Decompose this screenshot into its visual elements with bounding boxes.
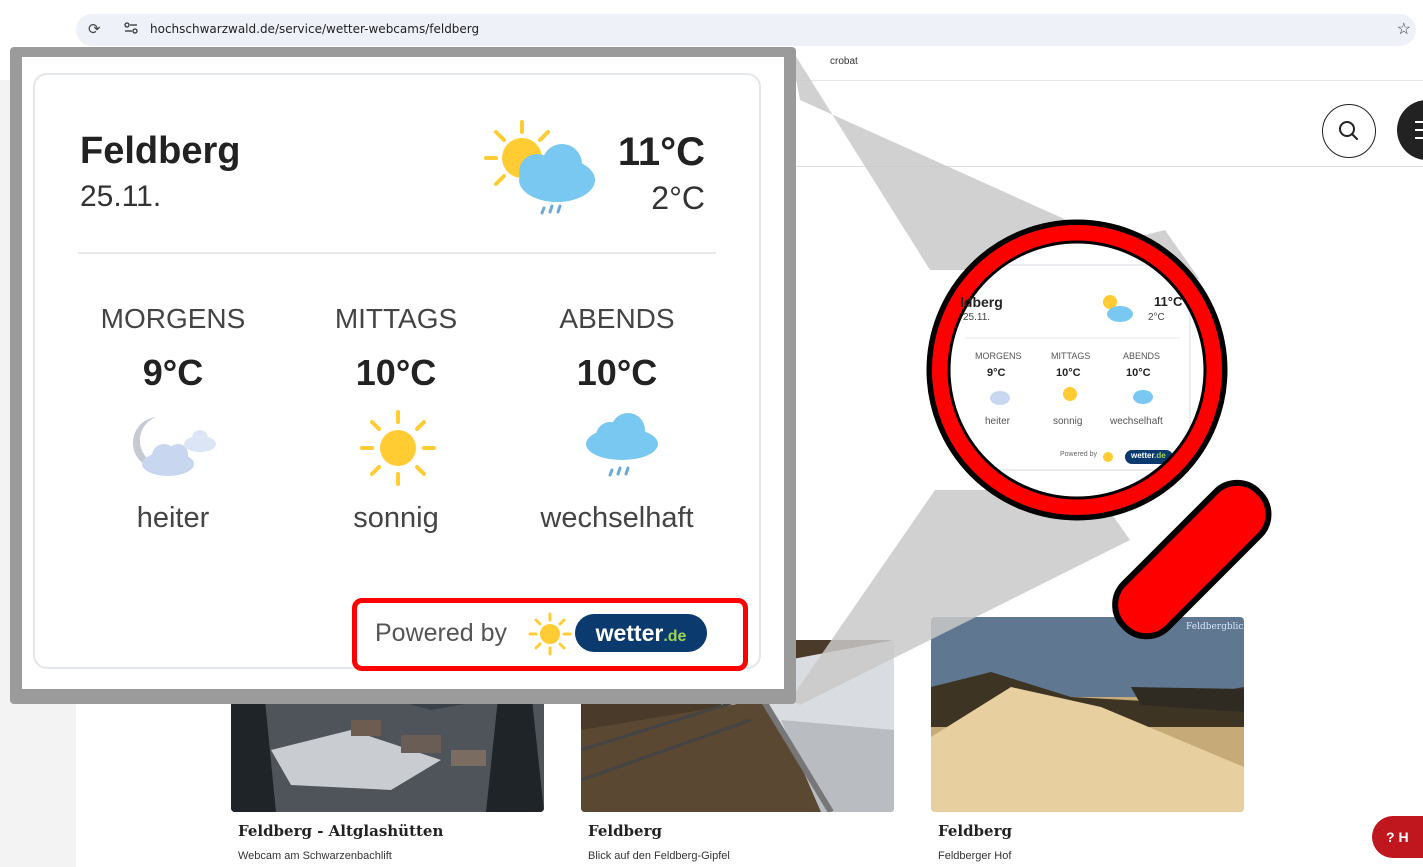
period-label-mittags: MITTAGS: [334, 303, 458, 334]
moon-cloud-icon: [132, 417, 216, 476]
mini-brand-suffix: .de: [1154, 451, 1166, 460]
mini-period-temp-morgens: 9°C: [987, 367, 1006, 379]
mini-powered-by: Powered by: [1060, 451, 1097, 458]
mini-period-temp-abends: 10°C: [1126, 367, 1151, 379]
mini-location: ldberg: [960, 294, 1003, 310]
forecast-date: 25.11.: [80, 180, 162, 213]
powered-by-text: Powered by: [375, 619, 508, 647]
period-temp-mittags: 10°C: [355, 352, 437, 393]
sun-icon: [360, 410, 436, 486]
period-desc-morgens: heiter: [136, 502, 210, 534]
period-temp-morgens: 9°C: [142, 352, 204, 393]
wetter-brand-name: wetter: [595, 620, 664, 646]
mini-min-temp: 2°C: [1148, 312, 1165, 323]
period-label-morgens: MORGENS: [100, 303, 246, 334]
period-desc-mittags: sonnig: [353, 502, 439, 534]
mini-period-label-mittags: MITTAGS: [1051, 351, 1091, 361]
mini-period-label-abends: ABENDS: [1123, 351, 1161, 361]
period-temp-abends: 10°C: [576, 352, 658, 393]
mini-brand: wetter.de: [1131, 451, 1166, 460]
mini-period-desc-abends: wechselhaft: [1110, 416, 1163, 427]
wetter-sun-logo-icon: [528, 612, 572, 656]
card-divider: [78, 252, 716, 254]
sun-rain-cloud-icon: [484, 120, 595, 215]
rain-cloud-icon: [586, 413, 658, 477]
mini-date: 25.11.: [963, 312, 991, 323]
mini-period-desc-morgens: heiter: [985, 416, 1011, 427]
mini-brand-name: wetter: [1131, 451, 1155, 460]
mini-period-label-morgens: MORGENS: [975, 351, 1022, 361]
min-temperature: 2°C: [651, 180, 705, 216]
max-temperature: 11°C: [617, 130, 705, 174]
location-name: Feldberg: [80, 130, 241, 172]
period-label-abends: ABENDS: [559, 303, 675, 334]
wetter-de-logo[interactable]: wetter.de: [575, 614, 707, 652]
mini-period-temp-mittags: 10°C: [1056, 367, 1081, 379]
mini-max-temp: 11°C: [1154, 294, 1183, 309]
wetter-brand-suffix: .de: [663, 628, 687, 645]
mini-period-desc-mittags: sonnig: [1053, 416, 1083, 427]
period-desc-abends: wechselhaft: [540, 502, 694, 534]
